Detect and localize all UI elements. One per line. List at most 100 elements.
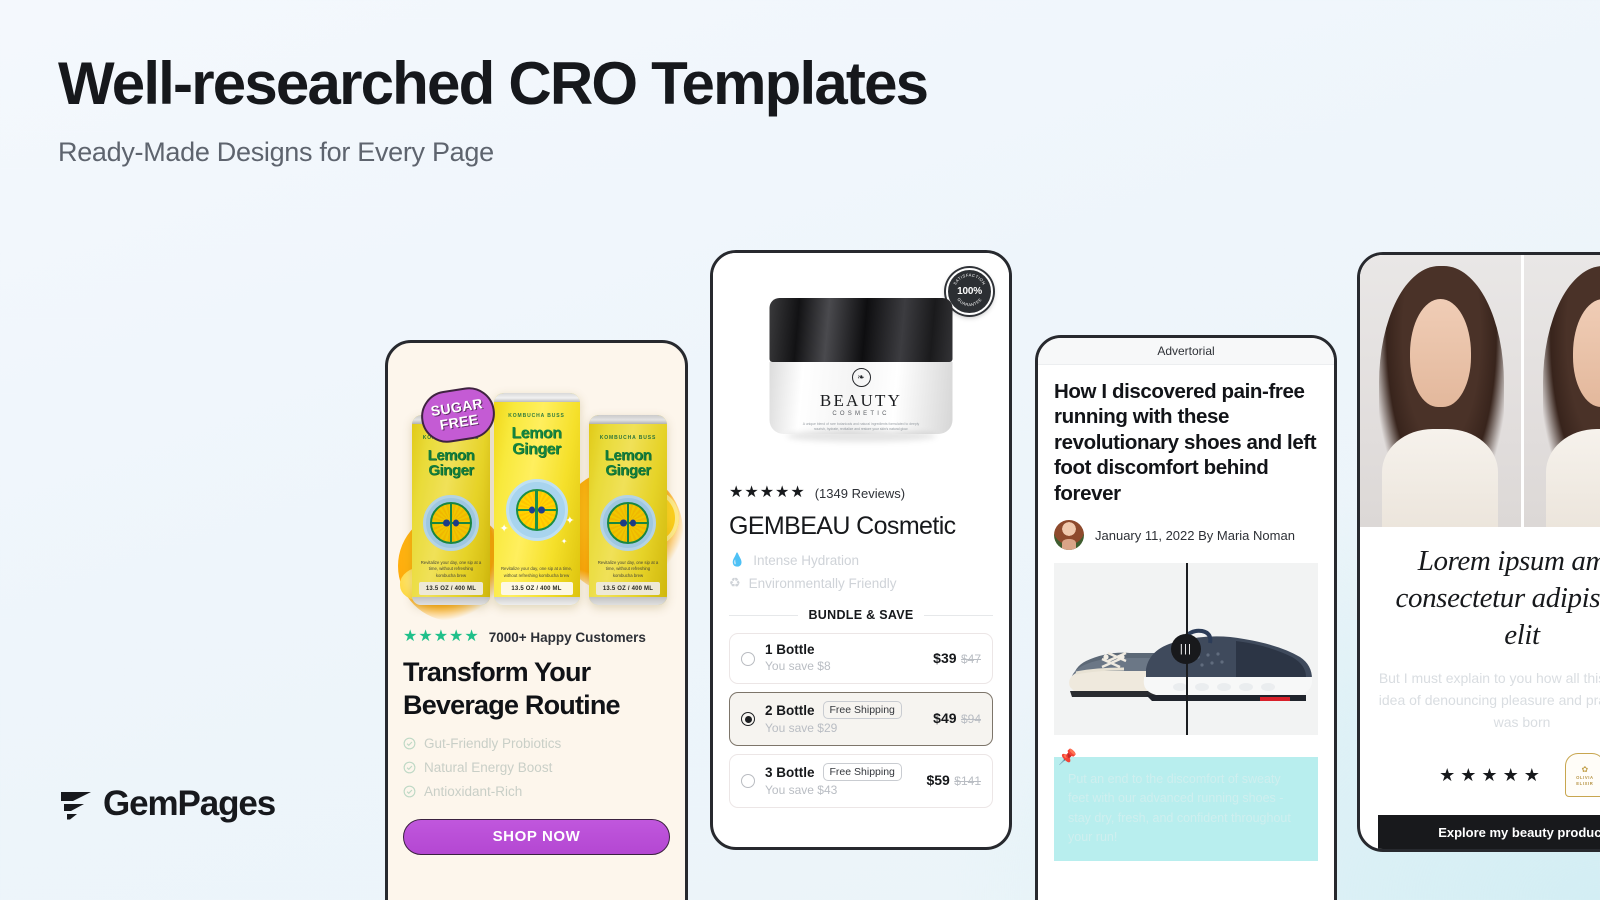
beverage-feature-list: Gut-Friendly Probiotics Natural Energy B… <box>403 736 670 799</box>
comparison-slider-handle[interactable]: ||| <box>1171 634 1201 665</box>
jar-brand-label: BEAUTY <box>819 391 903 410</box>
list-item: Natural Energy Boost <box>403 760 670 775</box>
radio-button-selected[interactable] <box>741 712 755 726</box>
pushpin-icon: 📌 <box>1058 749 1077 767</box>
template-card-advertorial[interactable]: Advertorial How I discovered pain-free r… <box>1035 335 1337 900</box>
sparkle-icon: ✦ <box>499 523 509 535</box>
option-savings: You save $8 <box>765 659 831 673</box>
beverage-rating-text: 7000+ Happy Customers <box>488 629 646 645</box>
can-volume-center: 13.5 OZ / 400 ML <box>500 582 573 595</box>
gempages-logo[interactable]: GemPages <box>58 784 276 824</box>
beauty-content: Lorem ipsum amet consectetur adipiscing … <box>1360 527 1600 849</box>
option-savings: You save $43 <box>765 783 838 797</box>
beverage-headline: Transform Your Beverage Routine <box>403 657 621 720</box>
star-rating-icon: ★★★★★ <box>729 484 806 501</box>
can-desc-right: Revitalize your day, one sip at a time, … <box>597 559 659 578</box>
beauty-quote: Lorem ipsum amet consectetur adipiscing … <box>1395 545 1600 652</box>
radio-button[interactable] <box>741 651 755 666</box>
jar-body: ❧ BEAUTY COSMETIC A unique blend of rare… <box>769 362 953 434</box>
can-title-right: Lemon Ginger <box>604 447 652 480</box>
option-price: $39 <box>933 649 957 666</box>
can-desc-center: Revitalize your day, one sip at a time, … <box>500 566 573 578</box>
can-title-left: Lemon Ginger <box>427 447 475 480</box>
template-card-beverage[interactable]: SUGAR FREE KOMBUCHA BUSS LemonGinger Rev… <box>385 340 688 900</box>
option-compare-price: $141 <box>954 774 981 788</box>
check-circle-icon <box>403 785 416 798</box>
free-shipping-badge: Free Shipping <box>822 701 902 719</box>
new-shoe-image <box>1143 628 1312 702</box>
leaf-logo-icon: ❧ <box>851 368 871 387</box>
advertorial-byline: January 11, 2022 By Maria Noman <box>1095 527 1295 543</box>
feature-label: Environmentally Friendly <box>748 575 897 591</box>
list-item: Gut-Friendly Probiotics <box>403 736 670 751</box>
can-emblem-center: ✦ ✦ ✦ <box>500 479 575 546</box>
cosmetic-product-title: GEMBEAU Cosmetic <box>729 512 956 540</box>
can-emblem-right <box>600 495 656 551</box>
bundle-option-3[interactable]: 3 Bottle Free Shipping You save $43 $59 … <box>729 754 993 808</box>
star-rating-icon: ★★★★★ <box>1439 764 1545 785</box>
cosmetic-rating-row: ★★★★★ (1349 Reviews) <box>729 485 993 501</box>
advertorial-byline-row: January 11, 2022 By Maria Noman <box>1054 520 1318 551</box>
free-shipping-badge: Free Shipping <box>822 763 902 781</box>
beverage-can-left: KOMBUCHA BUSS LemonGinger Revitalize you… <box>412 415 490 605</box>
sparkle-icon: ✦ <box>565 515 575 527</box>
bundle-save-heading: BUNDLE & SAVE <box>729 608 994 622</box>
cosmetic-feature-list: 💧 Intense Hydration ♻ Environmentally Fr… <box>729 552 993 591</box>
option-price: $49 <box>933 710 957 726</box>
sparkle-icon: ✦ <box>560 537 568 546</box>
beauty-subtext: But I must explain to you how all this m… <box>1378 670 1600 730</box>
jar-lid <box>769 298 953 362</box>
bundle-option-2[interactable]: 2 Bottle Free Shipping You save $29 $49 … <box>729 692 993 746</box>
feature-label: Intense Hydration <box>753 552 859 568</box>
page-header: Well-researched CRO Templates Ready-Made… <box>58 50 929 168</box>
beverage-can-center: KOMBUCHA BUSS Lemon Ginger ✦ ✦ ✦ Revitali… <box>493 393 580 605</box>
option-price: $59 <box>926 772 950 788</box>
advertorial-callout: Put an end to the discomfort of sweaty f… <box>1054 757 1318 861</box>
page-title: Well-researched CRO Templates <box>58 50 929 117</box>
gempages-arrow-icon <box>58 786 94 822</box>
option-name: 3 Bottle <box>765 764 815 780</box>
beverage-rating-row: ★★★★★ 7000+ Happy Customers <box>403 629 670 645</box>
option-name: 2 Bottle <box>765 702 815 718</box>
divider <box>923 614 994 616</box>
gempages-logo-text: GemPages <box>103 784 276 823</box>
option-compare-price: $47 <box>960 651 981 666</box>
cosmetic-review-count: (1349 Reviews) <box>814 485 906 501</box>
brand-seal-badge: ✿ OLIVIA ELIXIR <box>1564 753 1600 798</box>
radio-button[interactable] <box>741 774 755 788</box>
advertorial-label-bar: Advertorial <box>1038 338 1334 365</box>
seal-ornament-icon: ✿ <box>1581 764 1589 774</box>
can-volume-right: 13.5 OZ / 400 ML <box>596 582 660 595</box>
avatar <box>1054 520 1084 551</box>
explore-beauty-product-button[interactable]: Explore my beauty product <box>1378 815 1600 849</box>
recycle-icon: ♻ <box>729 575 741 590</box>
list-item: 💧 Intense Hydration <box>729 552 993 568</box>
template-card-cosmetic[interactable]: SATISFACTION GUARANTEE 100% ❧ BEAUTY COS… <box>710 250 1012 850</box>
bundle-option-1[interactable]: 1 Bottle You save $8 $39 $47 <box>729 633 993 684</box>
can-emblem-left <box>423 495 479 551</box>
advertorial-content: How I discovered pain-free running with … <box>1038 365 1334 861</box>
can-title-center: Lemon Ginger <box>511 425 562 459</box>
cosmetic-content: ★★★★★ (1349 Reviews) GEMBEAU Cosmetic 💧 … <box>713 485 1009 808</box>
beauty-rating-row: ★★★★★ ✿ OLIVIA ELIXIR <box>1378 753 1600 798</box>
svg-text:SATISFACTION: SATISFACTION <box>952 272 987 285</box>
can-volume-left: 13.5 OZ / 400 ML <box>419 582 483 595</box>
shop-now-button[interactable]: SHOP NOW <box>403 818 670 855</box>
beverage-hero: SUGAR FREE KOMBUCHA BUSS LemonGinger Rev… <box>388 343 685 621</box>
template-card-beauty[interactable]: Lorem ipsum amet consectetur adipiscing … <box>1357 252 1600 852</box>
svg-text:GUARANTEE: GUARANTEE <box>956 297 982 307</box>
before-after-image[interactable]: ||| <box>1054 563 1318 736</box>
divider <box>729 614 799 616</box>
seal-line1: OLIVIA <box>1576 774 1594 780</box>
water-drop-icon: 💧 <box>729 552 746 567</box>
can-kombucha-label-r: KOMBUCHA BUSS <box>599 435 657 441</box>
option-savings: You save $29 <box>765 721 838 735</box>
beverage-can-right: KOMBUCHA BUSS Lemon Ginger Revitalize you… <box>589 415 667 605</box>
feature-label: Gut-Friendly Probiotics <box>424 735 562 751</box>
model-photo-right <box>1523 255 1600 527</box>
jar-shadow <box>786 430 936 442</box>
satisfaction-guarantee-seal-icon: SATISFACTION GUARANTEE 100% <box>946 268 993 315</box>
bundle-save-label: BUNDLE & SAVE <box>808 608 914 622</box>
model-photo-left <box>1360 255 1521 527</box>
check-circle-icon <box>403 737 416 750</box>
